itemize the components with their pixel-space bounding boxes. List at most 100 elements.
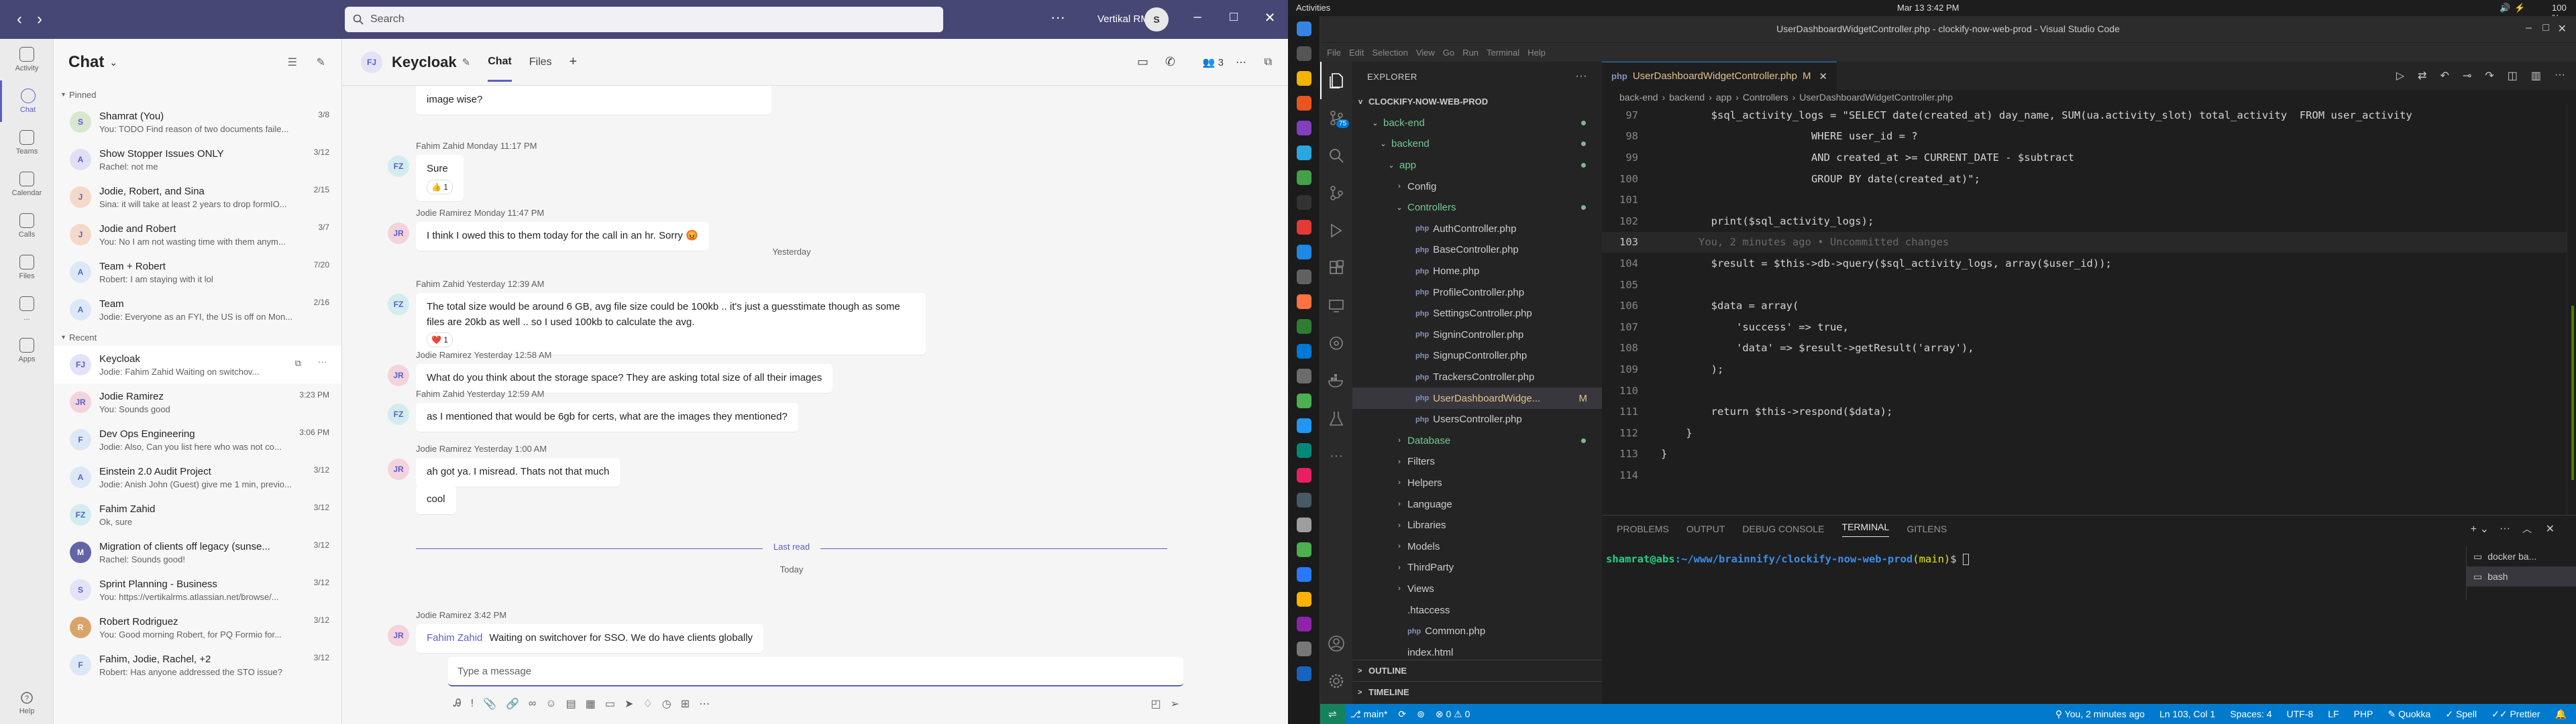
activity-docker[interactable] bbox=[1320, 362, 1352, 400]
close-icon[interactable]: ✕ bbox=[2558, 22, 2567, 36]
quokka-status[interactable]: ✎ Quokka bbox=[2387, 709, 2430, 720]
chat-list-item[interactable]: J Jodie and Robert You: No I am not wastin… bbox=[54, 216, 341, 253]
tree-item[interactable]: .htaccess bbox=[1352, 599, 1602, 621]
breadcrumb-item[interactable]: back-end bbox=[1619, 92, 1658, 103]
language-status[interactable]: PHP bbox=[2354, 709, 2373, 719]
editor-scrollbar[interactable] bbox=[2567, 105, 2576, 514]
audio-call-icon[interactable]: ✆ bbox=[1165, 55, 1175, 69]
menu-help[interactable]: Help bbox=[1527, 48, 1546, 58]
dock-app-icon[interactable] bbox=[1288, 90, 1320, 115]
chat-list-item[interactable]: A Show Stopper Issues ONLY Rachel: not me 3… bbox=[54, 141, 341, 178]
apps-icon[interactable]: ⊞ bbox=[681, 697, 690, 711]
search-box[interactable]: Search bbox=[345, 7, 943, 32]
breadcrumb-item[interactable]: app bbox=[1716, 92, 1731, 103]
pinned-section-header[interactable]: ▾ Pinned bbox=[54, 86, 341, 103]
tab-chat[interactable]: Chat bbox=[488, 42, 512, 82]
branch-status[interactable]: ⎇ main* bbox=[1350, 709, 1388, 720]
gif-icon[interactable]: ▤ bbox=[566, 697, 576, 711]
tree-item[interactable]: php UserDashboardWidge... M bbox=[1352, 387, 1602, 409]
panel-tab-output[interactable]: OUTPUT bbox=[1686, 524, 1725, 534]
breadcrumb-item[interactable]: Controllers bbox=[1743, 92, 1788, 103]
add-tab-icon[interactable]: + bbox=[570, 54, 578, 70]
stream-icon[interactable]: ➤ bbox=[625, 697, 633, 711]
tree-item[interactable]: ⌄ Controllers bbox=[1352, 197, 1602, 219]
run-icon[interactable]: ▷ bbox=[2396, 69, 2404, 82]
breadcrumb-item[interactable]: UserDashboardWidgetController.php bbox=[1799, 92, 1953, 103]
dock-app-icon[interactable] bbox=[1288, 289, 1320, 314]
open-changes-icon[interactable]: ◫ bbox=[2508, 69, 2518, 82]
dock-app-icon[interactable] bbox=[1288, 16, 1320, 41]
dock-app-icon[interactable] bbox=[1288, 140, 1320, 165]
chevron-down-icon[interactable]: ⌄ bbox=[109, 57, 117, 68]
tree-item[interactable]: › Database bbox=[1352, 430, 1602, 452]
dock-app-icon[interactable] bbox=[1288, 239, 1320, 264]
chat-list-item[interactable]: F Fahim, Jodie, Rachel, +2 Robert: Has any… bbox=[54, 646, 341, 684]
tree-item[interactable]: php UsersController.php bbox=[1352, 409, 1602, 430]
video-call-icon[interactable]: ▭ bbox=[1137, 55, 1148, 69]
tree-item[interactable]: php Home.php bbox=[1352, 261, 1602, 282]
new-terminal-icon[interactable]: + ⌄ bbox=[2471, 522, 2489, 536]
tree-item[interactable]: php Common.php bbox=[1352, 621, 1602, 642]
panel-tab-debug-console[interactable]: DEBUG CONSOLE bbox=[1742, 524, 1824, 534]
activity-explorer[interactable] bbox=[1320, 62, 1352, 99]
close-panel-icon[interactable]: ✕ bbox=[2546, 522, 2555, 536]
panel-tab-terminal[interactable]: TERMINAL bbox=[1841, 522, 1890, 537]
chat-list-item[interactable]: A Team + Robert Robert: I am staying with … bbox=[54, 253, 341, 291]
terminal-prompt[interactable]: shamrat@abs:~/www/brainnify/clockify-now… bbox=[1606, 553, 1969, 565]
menu-view[interactable]: View bbox=[1416, 48, 1435, 58]
rail-item-files[interactable]: Files bbox=[0, 247, 54, 288]
dock-app-icon[interactable] bbox=[1288, 115, 1320, 140]
chat-list-item[interactable]: FZ Fahim Zahid Ok, sure 3/12 bbox=[54, 496, 341, 534]
terminal-instance[interactable]: ▭ docker ba... bbox=[2467, 546, 2576, 566]
publish-icon[interactable]: ⊚ bbox=[1417, 709, 1425, 720]
eol-status[interactable]: LF bbox=[2328, 709, 2339, 719]
message-bubble[interactable]: Sure 👍 1 bbox=[416, 155, 464, 201]
spell-status[interactable]: ✓ Spell bbox=[2445, 709, 2477, 720]
project-root[interactable]: v CLOCKIFY-NOW-WEB-PROD bbox=[1352, 91, 1602, 113]
chat-list-item[interactable]: M Migration of clients off legacy (sunse.… bbox=[54, 534, 341, 571]
tree-item[interactable]: php TrackersController.php bbox=[1352, 367, 1602, 388]
encoding-status[interactable]: UTF-8 bbox=[2287, 709, 2314, 719]
clock[interactable]: Mar 13 3:42 PM bbox=[1897, 3, 1960, 13]
tree-item[interactable]: › Views bbox=[1352, 579, 1602, 600]
chat-list-item[interactable]: FJ Keycloak Jodie: Fahim Zahid Waiting on … bbox=[54, 346, 341, 383]
menu-edit[interactable]: Edit bbox=[1349, 48, 1364, 58]
git-commit-icon[interactable]: ⊸ bbox=[2463, 69, 2471, 82]
send-icon[interactable]: ➢ bbox=[1171, 697, 1179, 711]
dock-app-icon[interactable] bbox=[1288, 66, 1320, 90]
sync-icon[interactable]: ⟳ bbox=[1398, 709, 1406, 720]
dock-app-icon[interactable] bbox=[1288, 41, 1320, 66]
attach-icon[interactable]: 📎 bbox=[483, 697, 496, 711]
panel-tab-gitlens[interactable]: GITLENS bbox=[1907, 524, 1947, 534]
praise-icon[interactable]: ♢ bbox=[643, 697, 652, 711]
popout-icon[interactable]: ⧉ bbox=[295, 358, 301, 369]
dock-app-icon[interactable] bbox=[1288, 314, 1320, 339]
message-bubble[interactable]: ah got ya. I misread. Thats not that muc… bbox=[416, 458, 621, 487]
dock-app-icon[interactable] bbox=[1288, 363, 1320, 388]
dock-app-icon[interactable] bbox=[1288, 537, 1320, 562]
dock-app-icon[interactable] bbox=[1288, 512, 1320, 537]
tree-item[interactable]: › Helpers bbox=[1352, 473, 1602, 494]
dock-app-icon[interactable] bbox=[1288, 611, 1320, 636]
forward-arrow-icon[interactable]: › bbox=[30, 10, 50, 29]
format-icon[interactable]: Ꭿ bbox=[453, 698, 462, 710]
code-view[interactable]: 97 $sql_activity_logs = "SELECT date(cre… bbox=[1602, 105, 2576, 486]
chat-list-item[interactable]: A Team Jodie: Everyone as an FYI, the US i… bbox=[54, 291, 341, 328]
recent-section-header[interactable]: ▾ Recent bbox=[54, 328, 341, 346]
new-chat-icon[interactable]: ✎ bbox=[317, 56, 325, 69]
message-bubble[interactable]: cool bbox=[416, 485, 456, 514]
remote-indicator-icon[interactable]: ⇌ bbox=[1320, 704, 1345, 724]
menu-go[interactable]: Go bbox=[1443, 48, 1454, 58]
tree-item[interactable]: › Filters bbox=[1352, 451, 1602, 473]
blame-status[interactable]: ⚲ You, 2 minutes ago bbox=[2055, 709, 2145, 720]
tree-item[interactable]: php BaseController.php bbox=[1352, 239, 1602, 261]
participants-button[interactable]: 👥 3 bbox=[1203, 56, 1224, 68]
close-tab-icon[interactable]: ✕ bbox=[1819, 70, 1827, 82]
rail-item-calls[interactable]: Calls bbox=[0, 205, 54, 247]
dock-app-icon[interactable] bbox=[1288, 438, 1320, 463]
message-bubble-partial[interactable]: image wise? bbox=[416, 86, 771, 115]
message-bubble[interactable]: Fahim Zahid Waiting on switchover for SSO… bbox=[416, 624, 764, 653]
meet-icon[interactable]: ▭ bbox=[605, 697, 615, 711]
chat-list-item[interactable]: S Shamrat (You) You: TODO Find reason of t… bbox=[54, 103, 341, 141]
tree-item[interactable]: php SignupController.php bbox=[1352, 345, 1602, 367]
